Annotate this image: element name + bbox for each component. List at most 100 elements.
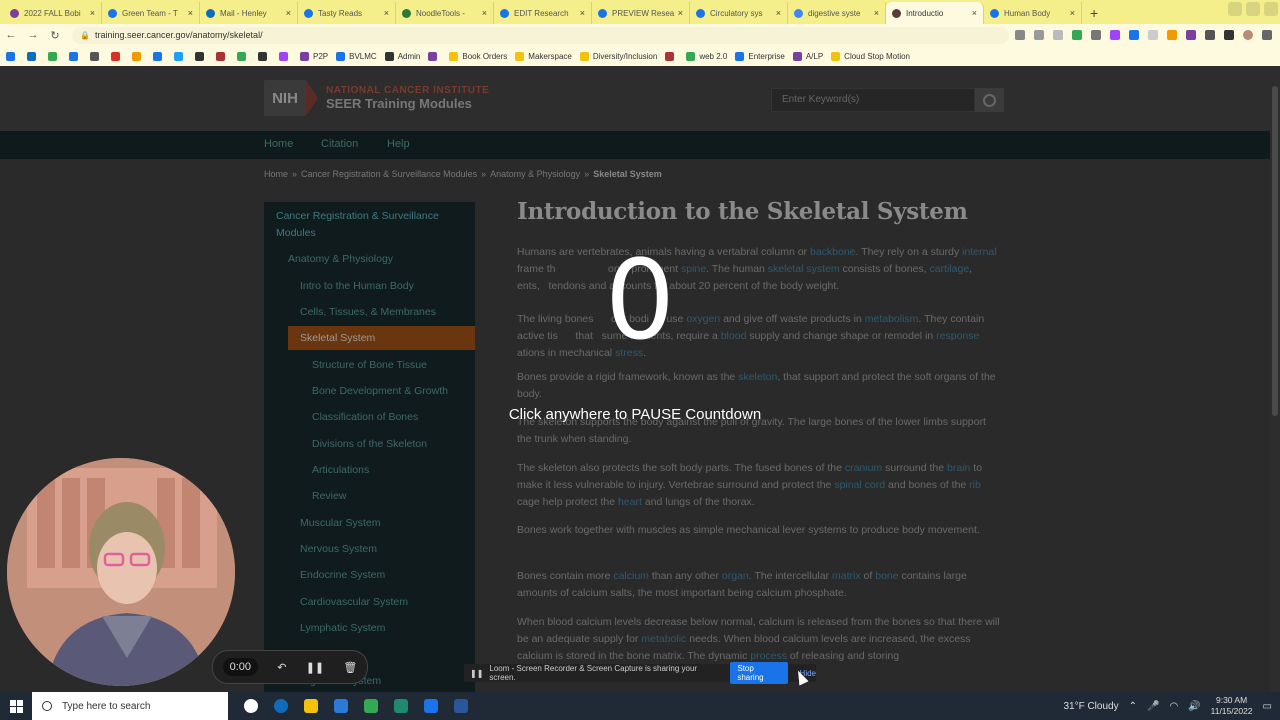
- sidebar-item[interactable]: Cancer Registration & Surveillance: [276, 210, 439, 222]
- extension-icon[interactable]: [1129, 30, 1139, 40]
- minimize-icon[interactable]: [1228, 2, 1242, 16]
- webcam-bubble[interactable]: [7, 458, 235, 686]
- nav-help[interactable]: Help: [387, 138, 410, 150]
- nav-home[interactable]: Home: [264, 138, 293, 150]
- microphone-icon[interactable]: 🎤: [1147, 701, 1159, 712]
- pause-countdown-message[interactable]: Click anywhere to PAUSE Countdown: [470, 406, 800, 423]
- bookmark[interactable]: Admin: [384, 51, 420, 61]
- notification-icon[interactable]: ▭: [1263, 701, 1272, 712]
- camera-icon[interactable]: [1015, 30, 1025, 40]
- clock[interactable]: 9:30 AM 11/15/2022: [1211, 695, 1253, 717]
- stop-sharing-button[interactable]: Stop sharing: [730, 662, 788, 684]
- bookmark[interactable]: [258, 51, 271, 61]
- search-button[interactable]: [975, 88, 1004, 112]
- bookmark[interactable]: P2P: [300, 51, 328, 61]
- bookmark[interactable]: [428, 51, 441, 61]
- glossary-link[interactable]: organ: [722, 570, 749, 582]
- site-search-input[interactable]: Enter Keyword(s): [771, 88, 975, 112]
- breadcrumb-link[interactable]: Home: [264, 169, 288, 179]
- sidebar-item[interactable]: Anatomy & Physiology: [288, 253, 393, 265]
- close-icon[interactable]: ×: [776, 8, 781, 18]
- share-icon[interactable]: [1034, 30, 1044, 40]
- glossary-link[interactable]: bone: [875, 570, 898, 582]
- browser-tab[interactable]: 2022 FALL Bobi ×: [4, 2, 102, 24]
- bookmark[interactable]: [27, 51, 40, 61]
- start-button[interactable]: [0, 692, 32, 720]
- browser-tab[interactable]: Tasty Reads ×: [298, 2, 396, 24]
- sidebar-item[interactable]: Cardiovascular System: [300, 596, 408, 608]
- chrome-taskbar-button[interactable]: [386, 692, 416, 720]
- browser-tab[interactable]: digestive syste ×: [788, 2, 886, 24]
- profile-avatar[interactable]: [1243, 30, 1253, 40]
- close-icon[interactable]: ×: [286, 8, 291, 18]
- close-icon[interactable]: ×: [384, 8, 389, 18]
- close-icon[interactable]: ×: [1070, 8, 1075, 18]
- task-view-taskbar-button[interactable]: [236, 692, 266, 720]
- close-icon[interactable]: ×: [678, 8, 683, 18]
- sidebar-item[interactable]: Intro to the Human Body: [300, 280, 414, 292]
- bookmark[interactable]: [237, 51, 250, 61]
- bookmark[interactable]: Diversity/Inclusion: [579, 51, 657, 61]
- close-icon[interactable]: ×: [188, 8, 193, 18]
- bookmark[interactable]: [665, 51, 678, 61]
- bookmark[interactable]: [48, 51, 61, 61]
- chevron-up-icon[interactable]: ⌃: [1129, 701, 1137, 712]
- browser-tab[interactable]: Human Body ×: [984, 2, 1082, 24]
- sidebar-item[interactable]: Lymphatic System: [300, 622, 385, 634]
- glossary-link[interactable]: internal: [962, 246, 996, 258]
- bookmark[interactable]: A/LP: [792, 51, 823, 61]
- new-tab-button[interactable]: +: [1090, 2, 1098, 24]
- glossary-link[interactable]: metabolic: [641, 633, 686, 645]
- bookmark[interactable]: BVLMC: [336, 51, 377, 61]
- cortana-taskbar-button[interactable]: [266, 692, 296, 720]
- bookmark[interactable]: [90, 51, 103, 61]
- bookmark[interactable]: [69, 51, 82, 61]
- app-taskbar-button[interactable]: [416, 692, 446, 720]
- extension-icon[interactable]: [1148, 30, 1158, 40]
- sidebar-item[interactable]: Divisions of the Skeleton: [312, 438, 427, 450]
- bookmark[interactable]: web 2.0: [686, 51, 727, 61]
- close-icon[interactable]: ×: [972, 8, 977, 18]
- browser-tab[interactable]: Introductio ×: [886, 2, 984, 24]
- extension-icon[interactable]: [1167, 30, 1177, 40]
- glossary-link[interactable]: response: [936, 330, 979, 342]
- bookmark[interactable]: [111, 51, 124, 61]
- bookmark[interactable]: [153, 51, 166, 61]
- extension-icon[interactable]: [1186, 30, 1196, 40]
- glossary-link[interactable]: cranium: [845, 462, 882, 474]
- bookmark[interactable]: [216, 51, 229, 61]
- glossary-link[interactable]: process: [750, 650, 787, 662]
- url-field[interactable]: 🔒 training.seer.cancer.gov/anatomy/skele…: [72, 26, 1009, 44]
- close-window-icon[interactable]: [1264, 2, 1278, 16]
- glossary-link[interactable]: skeleton: [738, 371, 777, 383]
- wifi-icon[interactable]: ◠: [1169, 701, 1178, 712]
- browser-tab[interactable]: Circulatory sys ×: [690, 2, 788, 24]
- browser-tab[interactable]: PREVIEW Resea ×: [592, 2, 690, 24]
- restart-icon[interactable]: ↶: [277, 661, 286, 674]
- bookmark[interactable]: [132, 51, 145, 61]
- page-scrollbar[interactable]: [1270, 66, 1280, 692]
- reload-icon[interactable]: ↻: [44, 29, 66, 42]
- bookmark[interactable]: Cloud Stop Motion: [831, 51, 910, 61]
- extension-icon[interactable]: [1091, 30, 1101, 40]
- bookmark[interactable]: [279, 51, 292, 61]
- weather-widget[interactable]: 31°F Cloudy: [1063, 701, 1118, 712]
- sidebar-item[interactable]: Review: [312, 490, 346, 502]
- sidebar-item[interactable]: Skeletal System: [288, 326, 475, 350]
- sidebar-item[interactable]: Structure of Bone Tissue: [312, 359, 427, 371]
- sidepanel-icon[interactable]: [1224, 30, 1234, 40]
- glossary-link[interactable]: matrix: [832, 570, 861, 582]
- sidebar-item[interactable]: Classification of Bones: [312, 411, 418, 423]
- forward-icon[interactable]: →: [22, 29, 44, 41]
- bookmark[interactable]: [195, 51, 208, 61]
- browser-tab[interactable]: Mail - Henley ×: [200, 2, 298, 24]
- glossary-link[interactable]: rib: [969, 479, 981, 491]
- sidebar-item[interactable]: Bone Development & Growth: [312, 385, 448, 397]
- site-logo[interactable]: NIH NATIONAL CANCER INSTITUTE SEER Train…: [264, 80, 489, 116]
- star-icon[interactable]: [1053, 30, 1063, 40]
- sidebar-item[interactable]: Muscular System: [300, 517, 381, 529]
- bookmark[interactable]: [174, 51, 187, 61]
- back-icon[interactable]: ←: [0, 29, 22, 41]
- glossary-link[interactable]: heart: [618, 496, 642, 508]
- close-icon[interactable]: ×: [90, 8, 95, 18]
